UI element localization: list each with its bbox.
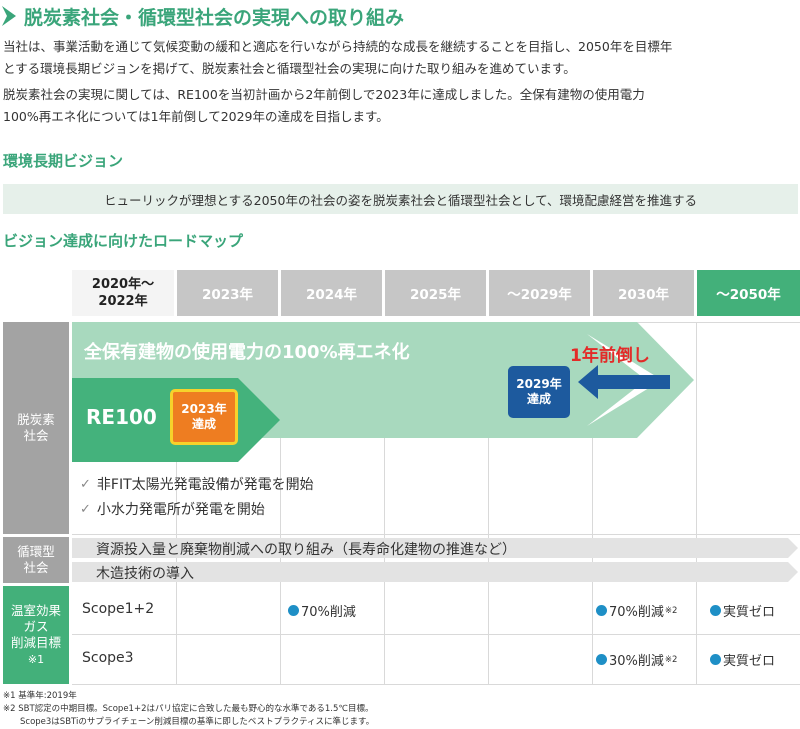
- dot-icon: [710, 654, 721, 665]
- target-text: 70%削減: [609, 605, 664, 620]
- footnote-2: ※2 SBT認定の中期目標。Scope1+2はパリ協定に合致した最も野心的な水準…: [3, 704, 374, 714]
- grid-line: [72, 634, 800, 635]
- row-label-ghg: 温室効果 ガス 削減目標 ※1: [3, 586, 69, 684]
- dot-icon: [710, 605, 721, 616]
- re100-label: RE100: [86, 405, 157, 429]
- check-icon: ✓: [80, 476, 91, 492]
- intro-line-3: 脱炭素社会の実現に関しては、RE100を当初計画から2年前倒しで2023年に達成…: [3, 87, 645, 102]
- target-text: 実質ゼロ: [723, 605, 776, 620]
- column-header-2029: ～2029年: [489, 270, 590, 316]
- badge-2023-achieved: 2023年 達成: [170, 389, 238, 445]
- footnote-ref: ※2: [664, 605, 678, 616]
- target-text: 30%削減: [609, 654, 664, 669]
- vision-box: ヒューリックが理想とする2050年の社会の姿を脱炭素社会と循環型社会として、環境…: [3, 184, 798, 214]
- scope12-label: Scope1+2: [82, 601, 155, 617]
- intro-line-1: 当社は、事業活動を通じて気候変動の緩和と適応を行いながら持続的な成長を継続するこ…: [3, 39, 673, 54]
- row-label-line: 脱炭素: [17, 412, 55, 427]
- row-label-line: 社会: [23, 560, 49, 575]
- row-label-decarbonized: 脱炭素 社会: [3, 322, 69, 534]
- page-title-text: 脱炭素社会・循環型社会の実現への取り組み: [24, 6, 405, 29]
- circular-band-wood: 木造技術の導入: [96, 566, 194, 582]
- scope3-label: Scope3: [82, 650, 134, 666]
- footnote-1: ※1 基準年:2019年: [3, 691, 77, 701]
- column-header-2024: 2024年: [281, 270, 382, 316]
- row-label-line: 循環型: [17, 544, 55, 559]
- column-header-2030: 2030年: [593, 270, 694, 316]
- column-header-2023: 2023年: [177, 270, 278, 316]
- vision-text: ヒューリックが理想とする2050年の社会の姿を脱炭素社会と循環型社会として、環境…: [104, 192, 697, 208]
- check-icon: ✓: [80, 501, 91, 517]
- scope12-2050-target: 実質ゼロ: [710, 601, 775, 620]
- target-text: 70%削減: [301, 605, 356, 620]
- badge-line: 2023年: [181, 402, 227, 416]
- check-item-hydro: ✓ 小水力発電所が発電を開始: [80, 499, 265, 519]
- footnote-ref: ※2: [664, 654, 678, 665]
- badge-2029-achieved: 2029年 達成: [508, 366, 570, 418]
- scope3-2030-target: 30%削減 ※2: [596, 650, 677, 669]
- circular-band-waste: 資源投入量と廃棄物削減への取り組み（長寿命化建物の推進など）: [96, 542, 516, 558]
- target-text: 実質ゼロ: [723, 654, 776, 669]
- grid-line: [72, 684, 800, 685]
- column-header-2020-2022: 2020年～ 2022年: [72, 270, 174, 316]
- roadmap-heading: ビジョン達成に向けたロードマップ: [3, 232, 244, 250]
- badge-line: 2029年: [516, 377, 562, 391]
- dot-icon: [288, 605, 299, 616]
- page-title: 脱炭素社会・循環型社会の実現への取り組み: [0, 2, 404, 30]
- vision-heading: 環境長期ビジョン: [3, 152, 124, 170]
- footnote-3: Scope3はSBTiのサプライチェーン削減目標の基準に即したベストプラクティス…: [20, 717, 375, 727]
- check-item-text: 非FIT太陽光発電設備が発電を開始: [96, 477, 314, 493]
- dot-icon: [596, 605, 607, 616]
- column-header-line: 2020年～: [91, 277, 155, 292]
- row-label-line: 社会: [23, 428, 49, 443]
- renewable-arrow-label: 全保有建物の使用電力の100%再エネ化: [84, 342, 410, 363]
- column-header-line: 2022年: [98, 294, 148, 309]
- arrow-left-icon: [578, 365, 670, 399]
- scope3-2050-target: 実質ゼロ: [710, 650, 775, 669]
- intro-line-4: 100%再エネ化については1年前倒して2029年の達成を目指します。: [3, 109, 389, 124]
- grid-line: [72, 534, 800, 535]
- row-label-circular: 循環型 社会: [3, 537, 69, 583]
- badge-line: 達成: [191, 417, 216, 431]
- row-label-line: ※1: [27, 652, 45, 666]
- scope12-2024-target: 70%削減: [288, 601, 356, 620]
- check-item-solar: ✓ 非FIT太陽光発電設備が発電を開始: [80, 474, 314, 494]
- dot-icon: [596, 654, 607, 665]
- ahead-label: 1年前倒し: [570, 346, 650, 366]
- chevron-right-icon: [2, 6, 16, 26]
- column-header-2050: ～2050年: [697, 270, 800, 316]
- badge-line: 達成: [526, 392, 551, 406]
- row-label-line: ガス: [23, 618, 49, 634]
- row-label-line: 温室効果: [10, 602, 61, 618]
- intro-line-2: とする環境長期ビジョンを掲げて、脱炭素社会と循環型社会の実現に向けた取り組みを進…: [3, 61, 576, 76]
- check-item-text: 小水力発電所が発電を開始: [96, 502, 265, 518]
- column-header-2025: 2025年: [385, 270, 486, 316]
- scope12-2030-target: 70%削減 ※2: [596, 601, 677, 620]
- row-label-line: 削減目標: [10, 634, 61, 650]
